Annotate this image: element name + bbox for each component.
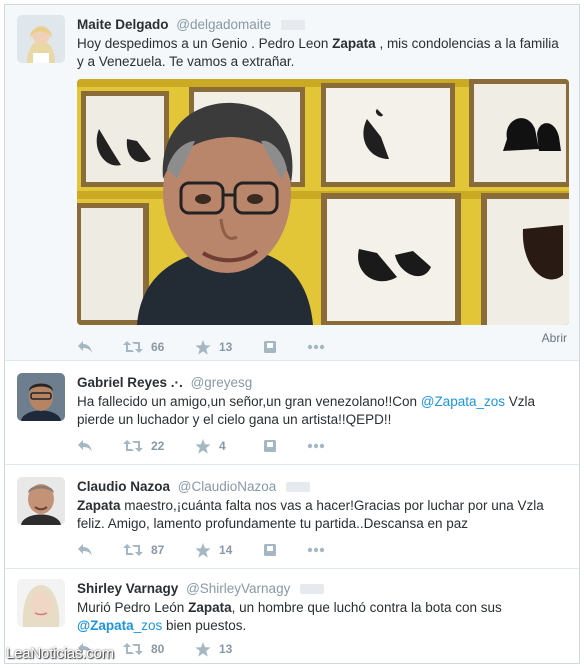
tweet-text: Hoy despedimos a un Genio . Pedro Leon Z… [77, 35, 569, 71]
timestamp[interactable] [300, 584, 325, 595]
retweet-icon [123, 643, 143, 655]
save-button[interactable] [263, 340, 277, 354]
favorite-button[interactable]: 4 [195, 438, 233, 454]
star-icon [195, 542, 211, 558]
retweet-icon [123, 440, 143, 452]
retweet-count: 66 [151, 340, 165, 354]
favorite-count: 13 [219, 642, 233, 656]
handle[interactable]: @greyesg [191, 375, 253, 390]
reply-button[interactable] [77, 340, 93, 354]
reply-icon [78, 544, 92, 556]
avatar[interactable] [17, 373, 65, 421]
bookmark-icon [264, 341, 276, 353]
fullname[interactable]: Claudio Nazoa [77, 479, 170, 494]
reply-button[interactable] [77, 543, 93, 557]
bold-keyword: Zapata [77, 498, 121, 513]
mention-link[interactable]: _zos [134, 618, 163, 633]
reply-button[interactable] [77, 439, 93, 453]
favorite-button[interactable]: 14 [195, 542, 233, 558]
save-button[interactable] [263, 439, 277, 453]
handle[interactable]: @delgadomaite [176, 17, 271, 32]
more-icon [307, 344, 325, 350]
text-segment: Hoy despedimos a un Genio . Pedro Leon [77, 36, 333, 51]
tweet-header: Claudio Nazoa @ClaudioNazoa [77, 479, 311, 494]
tweet-actions: 66 13 [77, 339, 355, 355]
bookmark-icon [264, 544, 276, 556]
mention-link[interactable]: @Zapata_zos [421, 394, 505, 409]
avatar[interactable] [17, 579, 65, 627]
tweet-item[interactable]: Gabriel Reyes .·. @greyesg Ha fallecido … [5, 361, 579, 465]
timestamp[interactable] [286, 482, 311, 493]
retweet-icon [123, 341, 143, 353]
retweet-count: 80 [151, 642, 165, 656]
more-button[interactable] [307, 443, 325, 449]
retweet-button[interactable]: 22 [123, 439, 165, 453]
tweet-header: Maite Delgado @delgadomaite [77, 17, 305, 32]
avatar-image [17, 477, 65, 525]
tweet-photo[interactable] [77, 79, 569, 325]
reply-icon [78, 440, 92, 452]
favorite-count: 14 [219, 543, 233, 557]
tweet-actions: 87 14 [77, 542, 355, 558]
fullname[interactable]: Gabriel Reyes .·. [77, 375, 183, 390]
favorite-button[interactable]: 13 [195, 641, 233, 657]
photo-image [77, 79, 569, 325]
avatar-image [17, 579, 65, 627]
tweet-actions: 22 4 [77, 438, 355, 454]
favorite-button[interactable]: 13 [195, 339, 233, 355]
timestamp[interactable] [280, 20, 305, 31]
tweet-item[interactable]: Claudio Nazoa @ClaudioNazoa Zapata maest… [5, 465, 579, 569]
watermark: LeaNoticias.com [6, 645, 114, 662]
tweet-text: Murió Pedro León Zapata, un hombre que l… [77, 599, 569, 635]
tweet-item[interactable]: Maite Delgado @delgadomaite Hoy despedim… [5, 5, 579, 361]
bookmark-icon [264, 440, 276, 452]
text-segment: Murió Pedro León [77, 600, 189, 615]
bold-keyword: Zapata [332, 36, 376, 51]
more-icon [307, 547, 325, 553]
retweet-button[interactable]: 80 [123, 642, 165, 656]
star-icon [195, 339, 211, 355]
text-segment: Ha fallecido un amigo,un señor,un gran v… [77, 394, 421, 409]
more-icon [307, 443, 325, 449]
avatar[interactable] [17, 15, 65, 63]
star-icon [195, 438, 211, 454]
retweet-count: 22 [151, 439, 165, 453]
fullname[interactable]: Maite Delgado [77, 17, 169, 32]
handle[interactable]: @ClaudioNazoa [178, 479, 277, 494]
handle[interactable]: @ShirleyVarnagy [186, 581, 290, 596]
avatar-image [17, 15, 65, 63]
expand-link[interactable]: Abrir [542, 331, 567, 345]
timeline: Maite Delgado @delgadomaite Hoy despedim… [4, 4, 580, 664]
tweet-header: Shirley Varnagy @ShirleyVarnagy [77, 581, 325, 596]
mention-link[interactable]: @Zapata [77, 618, 134, 633]
fullname[interactable]: Shirley Varnagy [77, 581, 178, 596]
retweet-count: 87 [151, 543, 165, 557]
favorite-count: 4 [219, 439, 226, 453]
bold-keyword: Zapata [188, 600, 232, 615]
avatar[interactable] [17, 477, 65, 525]
favorite-count: 13 [219, 340, 233, 354]
retweet-icon [123, 544, 143, 556]
more-button[interactable] [307, 547, 325, 553]
save-button[interactable] [263, 543, 277, 557]
text-segment: maestro,¡cuánta falta nos vas a hacer!Gr… [77, 498, 544, 531]
text-segment: , un hombre que luchó contra la bota con… [231, 600, 502, 615]
retweet-button[interactable]: 66 [123, 340, 165, 354]
more-button[interactable] [307, 344, 325, 350]
tweet-text: Ha fallecido un amigo,un señor,un gran v… [77, 393, 569, 429]
text-segment: bien puestos. [162, 618, 247, 633]
reply-icon [78, 341, 92, 353]
tweet-header: Gabriel Reyes .·. @greyesg [77, 375, 252, 390]
tweet-text: Zapata maestro,¡cuánta falta nos vas a h… [77, 497, 569, 533]
star-icon [195, 641, 211, 657]
retweet-button[interactable]: 87 [123, 543, 165, 557]
avatar-image [17, 373, 65, 421]
